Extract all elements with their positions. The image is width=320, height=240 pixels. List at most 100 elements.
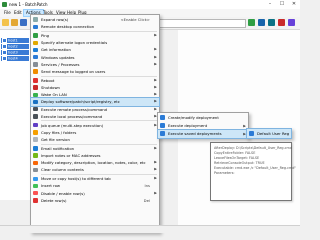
- create-deploy-icon: [160, 115, 165, 120]
- chevron-right-icon: ▶: [154, 176, 157, 181]
- submenu-item-execute-deployment[interactable]: Execute deployment ▶: [158, 122, 248, 130]
- menu-item-label: Import notes or MAC addresses: [41, 153, 101, 158]
- row-checkbox[interactable]: [2, 38, 7, 43]
- saved-deployment-item[interactable]: Default User Reg: [246, 128, 292, 139]
- import-icon: [33, 153, 38, 158]
- submenu-item-label: Create/modify deployment: [168, 114, 219, 120]
- menu-item-label: Shutdown: [41, 85, 60, 90]
- menu-item-move-or-copy-host-s-to-different-tab[interactable]: Move or copy host(s) to different tab ▶: [31, 175, 159, 182]
- menu-item-deploy-software-patch-script-registry-et[interactable]: Deploy software/patch/script/registry, e…: [30, 97, 160, 107]
- menu-item-execute-local-process-command[interactable]: Execute local process/command ▶: [31, 113, 159, 120]
- menu-item-disable-enable-row-s[interactable]: Disable / enable row(s) ▶: [31, 190, 159, 197]
- menu-item-copy-files-folders[interactable]: Copy files / folders: [31, 129, 159, 136]
- menu-item-insert-row[interactable]: Insert row Ins: [31, 182, 159, 189]
- submenu-item-execute-saved-deployments[interactable]: Execute saved deployments ▶: [157, 128, 249, 139]
- table-row[interactable]: host4: [1, 56, 29, 61]
- actions-menu: Expand row(s) <Enable Click> Remote deskto…: [30, 14, 160, 233]
- chevron-right-icon: ▶: [154, 145, 157, 150]
- save-icon[interactable]: [20, 19, 27, 26]
- chevron-right-icon: ▶: [154, 160, 157, 165]
- row-checkbox[interactable]: [2, 50, 7, 55]
- row-checkbox[interactable]: [2, 56, 7, 61]
- red-icon[interactable]: [278, 19, 285, 26]
- menu-item-label: Wake On LAN: [41, 92, 67, 98]
- menu-item-reboot[interactable]: Reboot ▶: [31, 77, 159, 84]
- chevron-right-icon: ▶: [154, 99, 157, 104]
- app-icon: [2, 2, 7, 7]
- menu-item-specify-alternate-logon-credentials[interactable]: Specify alternate logon credentials: [31, 39, 159, 46]
- menu-item-label: Ping: [41, 33, 50, 38]
- filter-input[interactable]: [152, 19, 246, 28]
- table-row[interactable]: host1: [1, 38, 29, 43]
- menu-item-shortcut: <Enable Click>: [120, 17, 150, 22]
- window-title: new 1 - BatchPatch: [9, 2, 48, 7]
- file-icon: [33, 137, 38, 142]
- blue-icon[interactable]: [258, 19, 265, 26]
- menu-item-label: Remote desktop connection: [41, 24, 95, 30]
- menu-item-remote-desktop-connection[interactable]: Remote desktop connection: [31, 23, 159, 30]
- menu-item-label: Send message to logged on users: [41, 69, 106, 74]
- saved-deployment-label: Default User Reg: [257, 131, 290, 136]
- menu-item-send-message-to-logged-on-users[interactable]: Send message to logged on users: [31, 68, 159, 75]
- menu-item-job-queue-multi-step-execution[interactable]: Job queue (multi-step execution) ▶: [31, 122, 159, 129]
- job-queue-icon: [33, 122, 38, 128]
- open-icon[interactable]: [11, 19, 18, 26]
- menu-item-import-notes-or-mac-addresses[interactable]: Import notes or MAC addresses: [31, 152, 159, 159]
- clear-icon: [33, 167, 38, 173]
- message-icon: [33, 69, 38, 74]
- menu-item-windows-updates[interactable]: Windows updates ▶: [31, 54, 159, 61]
- menu-item-clear-column-contents[interactable]: Clear column contents ▶: [31, 166, 159, 173]
- submenu-item-create-modify-deployment[interactable]: Create/modify deployment: [158, 114, 248, 122]
- menu-item-label: Execute remote process/command: [41, 106, 108, 112]
- menu-item-label: Job queue (multi-step execution): [41, 122, 104, 128]
- host-name: host3: [8, 50, 18, 55]
- table-row[interactable]: host3: [1, 50, 29, 55]
- menu-item-delete-row-s[interactable]: Delete row(s) Del: [31, 197, 159, 204]
- menu-item-label: Get file version: [41, 137, 70, 142]
- wake-on-lan-icon: [33, 92, 38, 98]
- chevron-right-icon: ▶: [154, 54, 157, 59]
- menu-item-wake-on-lan[interactable]: Wake On LAN ▶: [31, 91, 159, 98]
- shutdown-icon: [33, 85, 38, 90]
- chevron-right-icon: ▶: [154, 92, 157, 97]
- menu-item-expand-row-s[interactable]: Expand row(s) <Enable Click>: [31, 16, 159, 23]
- services-icon: [33, 62, 38, 67]
- purple-icon[interactable]: [288, 19, 295, 26]
- copy-icon: [33, 130, 38, 135]
- menu-item-label: Move or copy host(s) to different tab: [41, 176, 111, 182]
- ping-icon: [33, 33, 38, 38]
- menu-item-get-information[interactable]: Get information ▶: [31, 46, 159, 53]
- close-button[interactable]: ✕: [288, 0, 300, 9]
- reboot-icon: [33, 78, 38, 83]
- menu-item-label: Disable / enable row(s): [41, 190, 85, 196]
- tooltip-line: LeaveFilesOnTarget: FALSE: [214, 156, 260, 160]
- menu-item-shutdown[interactable]: Shutdown ▶: [31, 84, 159, 91]
- menu-item-modify-category-description-location-not[interactable]: Modify category, description, location, …: [31, 159, 159, 166]
- menu-item-label: Windows updates: [41, 54, 75, 60]
- deploy-icon: [33, 99, 38, 105]
- chevron-right-icon: ▶: [154, 77, 157, 82]
- key-icon: [33, 40, 38, 46]
- menu-item-label: Deploy software/patch/script/registry, e…: [41, 99, 120, 105]
- menu-item-email-notification[interactable]: Email notification ▶: [31, 145, 159, 152]
- chevron-right-icon: ▶: [154, 33, 157, 37]
- menu-item-get-file-version[interactable]: Get file version: [31, 136, 159, 143]
- menu-item-ping[interactable]: Ping ▶: [31, 32, 159, 39]
- menu-item-label: Clear column contents: [41, 167, 84, 173]
- saved-deploy-icon: [160, 131, 165, 136]
- new-icon[interactable]: [2, 19, 9, 26]
- row-checkbox[interactable]: [2, 44, 7, 49]
- table-row[interactable]: host2: [1, 44, 29, 49]
- menu-item-label: Execute local process/command: [41, 113, 103, 119]
- menu-item-execute-remote-process-command[interactable]: Execute remote process/command ▶: [31, 106, 159, 113]
- teal-icon[interactable]: [268, 19, 275, 26]
- maximize-button[interactable]: ☐: [276, 0, 288, 9]
- minimize-button[interactable]: –: [264, 0, 276, 9]
- menu-edit[interactable]: Edit: [12, 10, 24, 16]
- submenu-item-label: Execute saved deployments: [168, 130, 222, 136]
- green-icon[interactable]: [248, 19, 255, 26]
- submenu-item-label: Execute deployment: [168, 122, 208, 128]
- menu-item-label: Copy files / folders: [41, 129, 77, 135]
- menu-item-label: Delete row(s): [41, 197, 67, 203]
- menu-item-services-processes[interactable]: Services / Processes ▶: [31, 61, 159, 68]
